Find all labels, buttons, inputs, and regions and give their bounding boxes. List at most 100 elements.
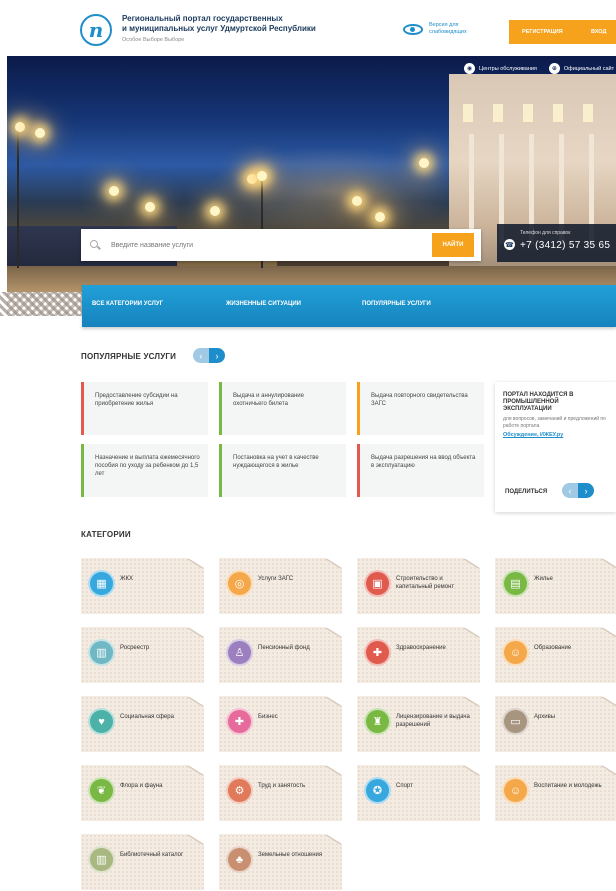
medical-cross-icon: ✚ [364, 639, 391, 666]
globe-icon: ⊕ [548, 63, 560, 74]
category-tile[interactable]: ⚙ Труд и занятость [219, 765, 342, 821]
phone-label: Телефон для справок [520, 230, 571, 236]
category-label: Воспитание и молодежь [534, 783, 602, 789]
search-input[interactable] [111, 237, 411, 253]
category-tile[interactable]: ☺ Образование [495, 627, 616, 683]
main-nav: Все категории услуг Жизненные ситуации П… [82, 285, 616, 327]
category-tile[interactable]: ♥ Социальная сфера [81, 696, 204, 752]
portal-logo[interactable]: n [80, 14, 112, 46]
phone-number[interactable]: +7 (3412) 57 35 65 [520, 240, 610, 251]
tile-corner-fold [464, 558, 480, 568]
popular-prev-button[interactable]: ‹ [193, 348, 209, 363]
category-tile[interactable]: ◎ Услуги ЗАГС [219, 558, 342, 614]
service-card-text: Выдача разрешения на ввод объекта в эксп… [371, 455, 476, 469]
category-tile[interactable]: ✪ Спорт [357, 765, 480, 821]
person-icon: ♙ [226, 639, 253, 666]
service-card[interactable]: Предоставление субсидии на приобретение … [81, 382, 208, 435]
street-lamp-icon [35, 128, 45, 138]
nav-popular-services[interactable]: Популярные услуги [362, 301, 431, 307]
category-tile[interactable]: ✚ Здравоохранение [357, 627, 480, 683]
category-tile[interactable]: ▣ Строительство и капитальный ремонт [357, 558, 480, 614]
official-portal-link[interactable]: ⊕ Официальный сайт [548, 63, 614, 74]
service-card[interactable]: Выдача разрешения на ввод объекта в эксп… [357, 444, 484, 497]
category-label: Бизнес [258, 714, 278, 720]
category-tile[interactable]: ♜ Лицензирование и выдача разрешений [357, 696, 480, 752]
service-card[interactable]: Постановка на учет в качестве нуждающего… [219, 444, 346, 497]
accessibility-link[interactable]: Версия для слабовидящих [403, 22, 481, 36]
street-lamp-icon [352, 196, 362, 206]
category-tile[interactable]: ♣ Земельные отношения [219, 834, 342, 890]
category-tile[interactable]: ▥ Библиотечный каталог [81, 834, 204, 890]
category-tile[interactable]: ♙ Пенсионный фонд [219, 627, 342, 683]
portal-info-heading: Портал находится в промышленной эксплуат… [503, 392, 574, 412]
category-tile[interactable]: ▥ Росреестр [81, 627, 204, 683]
portal-title-line1: Региональный портал государственных [122, 14, 283, 23]
street-lamp-icon [145, 202, 155, 212]
archive-icon: ▭ [502, 708, 529, 735]
books-icon: ▥ [88, 846, 115, 873]
service-card[interactable]: Назначение и выплата ежемесячного пособи… [81, 444, 208, 497]
share-next-button[interactable]: › [578, 483, 594, 498]
tile-corner-fold [326, 765, 342, 775]
popular-services-title: Популярные услуги [81, 352, 177, 361]
category-tile[interactable]: ▭ Архивы [495, 696, 616, 752]
nav-life-situations[interactable]: Жизненные ситуации [226, 301, 301, 307]
accessibility-label: Версия для слабовидящих [429, 22, 467, 35]
category-label: Пенсионный фонд [258, 645, 310, 651]
service-card-text: Предоставление субсидии на приобретение … [95, 393, 178, 407]
tile-corner-fold [602, 558, 616, 568]
tile-corner-fold [188, 696, 204, 706]
location-icon: ◉ [464, 63, 475, 74]
search-icon [90, 240, 98, 248]
service-centers-label: Центры обслуживания [479, 65, 537, 72]
street-lamp-icon [247, 174, 257, 184]
service-accent [81, 382, 84, 435]
service-accent [81, 444, 84, 497]
service-centers-link[interactable]: ◉ Центры обслуживания [464, 63, 537, 74]
children-icon: ☺ [502, 639, 529, 666]
category-label: Росреестр [120, 645, 150, 651]
share-prev-button[interactable]: ‹ [562, 483, 578, 498]
land-icon: ♣ [226, 846, 253, 873]
portal-subtitle: Особое Выборе Выборе [122, 37, 185, 43]
category-label: Лицензирование и выдача разрешений [396, 714, 470, 728]
tile-corner-fold [464, 765, 480, 775]
popular-next-button[interactable]: › [209, 348, 225, 363]
service-card[interactable]: Выдача повторного свидетельства ЗАГС [357, 382, 484, 435]
tile-corner-fold [188, 558, 204, 568]
gears-icon: ⚙ [226, 777, 253, 804]
portal-title[interactable]: Региональный портал государственных и му… [122, 14, 362, 43]
tile-corner-fold [188, 765, 204, 775]
register-button[interactable]: Регистрация [522, 29, 563, 35]
heart-hands-icon: ♥ [88, 708, 115, 735]
category-label: Земельные отношения [258, 852, 323, 858]
category-label: Спорт [396, 783, 413, 789]
nav-all-categories[interactable]: Все категории услуг [92, 301, 163, 307]
service-card[interactable]: Выдача и аннулирование охотничьего билет… [219, 382, 346, 435]
tile-corner-fold [602, 765, 616, 775]
tile-corner-fold [464, 627, 480, 637]
street-lamp-icon [257, 171, 267, 181]
service-card-text: Выдача и аннулирование охотничьего билет… [233, 393, 304, 407]
search-button[interactable]: Найти [432, 233, 474, 257]
category-tile[interactable]: ▤ Жилье [495, 558, 616, 614]
category-label: Здравоохранение [396, 645, 446, 651]
category-label: Строительство и капитальный ремонт [396, 576, 455, 590]
category-tile[interactable]: ▦ ЖКХ [81, 558, 204, 614]
tile-corner-fold [602, 696, 616, 706]
ball-icon: ✪ [364, 777, 391, 804]
house-icon: ▤ [502, 570, 529, 597]
street-lamp-icon [15, 122, 25, 132]
category-tile[interactable]: ❦ Флора и фауна [81, 765, 204, 821]
portal-info-link[interactable]: Обсуждение, ИЖЕУ.ру [503, 432, 608, 438]
login-button[interactable]: Вход [591, 29, 606, 35]
category-label: Труд и занятость [258, 783, 306, 789]
portal-info-body: для вопросов, замечаний и предложений по… [503, 416, 606, 429]
briefcase-icon: ✚ [226, 708, 253, 735]
category-tile[interactable]: ☺ Воспитание и молодежь [495, 765, 616, 821]
service-accent [219, 382, 222, 435]
leaf-icon: ❦ [88, 777, 115, 804]
category-tile[interactable]: ✚ Бизнес [219, 696, 342, 752]
eye-icon [403, 23, 423, 35]
phone-widget: Телефон для справок ☎ +7 (3412) 57 35 65 [497, 224, 616, 262]
